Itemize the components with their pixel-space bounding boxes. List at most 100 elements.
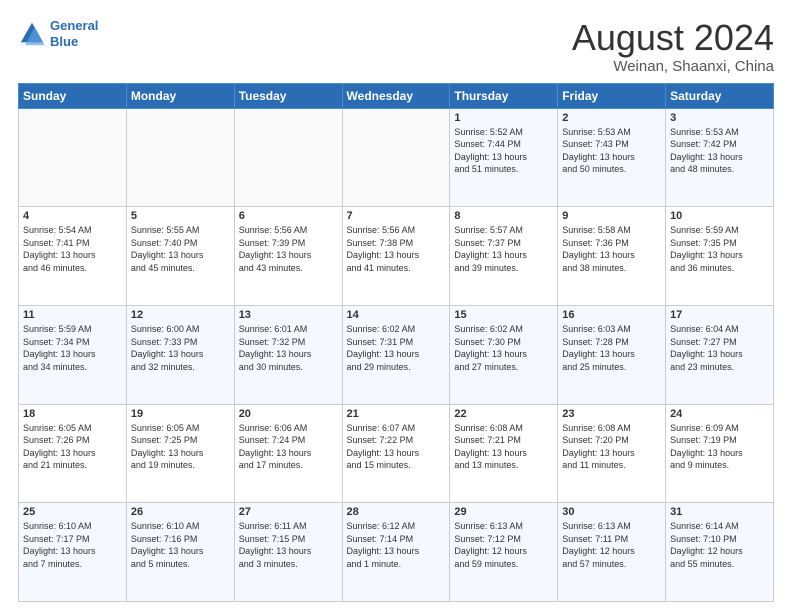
day-info: Sunrise: 6:09 AM Sunset: 7:19 PM Dayligh…: [670, 422, 769, 472]
day-cell: 18Sunrise: 6:05 AM Sunset: 7:26 PM Dayli…: [19, 404, 127, 503]
logo-text: General Blue: [50, 18, 98, 49]
day-info: Sunrise: 6:05 AM Sunset: 7:25 PM Dayligh…: [131, 422, 230, 472]
day-cell: 3 Sunrise: 5:53 AM Sunset: 7:42 PM Daylig…: [666, 108, 774, 207]
day-info: Sunrise: 6:11 AM Sunset: 7:15 PM Dayligh…: [239, 520, 338, 570]
day-number: 15: [454, 309, 553, 321]
title-block: August 2024 Weinan, Shaanxi, China: [572, 18, 774, 75]
day-number: 16: [562, 309, 661, 321]
day-cell: 7 Sunrise: 5:56 AM Sunset: 7:38 PM Daylig…: [342, 207, 450, 306]
day-info: Sunrise: 6:13 AM Sunset: 7:12 PM Dayligh…: [454, 520, 553, 570]
header: General Blue August 2024 Weinan, Shaanxi…: [18, 18, 774, 75]
day-cell: 12Sunrise: 6:00 AM Sunset: 7:33 PM Dayli…: [126, 305, 234, 404]
day-info: Sunrise: 6:10 AM Sunset: 7:17 PM Dayligh…: [23, 520, 122, 570]
day-info: Sunrise: 5:55 AM Sunset: 7:40 PM Dayligh…: [131, 224, 230, 274]
day-cell: 15 Sunrise: 6:02 AM Sunset: 7:30 PM Dayli…: [450, 305, 558, 404]
day-number: 7: [347, 210, 446, 222]
weekday-thursday: Thursday: [450, 83, 558, 108]
day-cell: 11 Sunrise: 5:59 AM Sunset: 7:34 PM Dayli…: [19, 305, 127, 404]
day-info: Sunrise: 5:56 AM Sunset: 7:38 PM Dayligh…: [347, 224, 446, 274]
day-number: 1: [454, 112, 553, 124]
day-cell: 8 Sunrise: 5:57 AM Sunset: 7:37 PM Daylig…: [450, 207, 558, 306]
day-number: 22: [454, 408, 553, 420]
day-info: Sunrise: 5:56 AM Sunset: 7:39 PM Dayligh…: [239, 224, 338, 274]
day-number: 21: [347, 408, 446, 420]
weekday-friday: Friday: [558, 83, 666, 108]
day-cell: [126, 108, 234, 207]
day-info: Sunrise: 5:53 AM Sunset: 7:42 PM Dayligh…: [670, 126, 769, 176]
day-number: 17: [670, 309, 769, 321]
day-info: Sunrise: 6:07 AM Sunset: 7:22 PM Dayligh…: [347, 422, 446, 472]
day-number: 3: [670, 112, 769, 124]
day-info: Sunrise: 5:58 AM Sunset: 7:36 PM Dayligh…: [562, 224, 661, 274]
weekday-tuesday: Tuesday: [234, 83, 342, 108]
day-info: Sunrise: 6:02 AM Sunset: 7:31 PM Dayligh…: [347, 323, 446, 373]
day-info: Sunrise: 6:06 AM Sunset: 7:24 PM Dayligh…: [239, 422, 338, 472]
weekday-monday: Monday: [126, 83, 234, 108]
day-cell: 22 Sunrise: 6:08 AM Sunset: 7:21 PM Dayli…: [450, 404, 558, 503]
day-cell: 29Sunrise: 6:13 AM Sunset: 7:12 PM Dayli…: [450, 503, 558, 602]
day-number: 8: [454, 210, 553, 222]
day-number: 12: [131, 309, 230, 321]
day-cell: 21 Sunrise: 6:07 AM Sunset: 7:22 PM Dayli…: [342, 404, 450, 503]
weekday-header-row: SundayMondayTuesdayWednesdayThursdayFrid…: [19, 83, 774, 108]
day-info: Sunrise: 6:03 AM Sunset: 7:28 PM Dayligh…: [562, 323, 661, 373]
subtitle: Weinan, Shaanxi, China: [572, 58, 774, 75]
week-row-4: 18Sunrise: 6:05 AM Sunset: 7:26 PM Dayli…: [19, 404, 774, 503]
day-cell: 23 Sunrise: 6:08 AM Sunset: 7:20 PM Dayli…: [558, 404, 666, 503]
day-cell: 16 Sunrise: 6:03 AM Sunset: 7:28 PM Dayli…: [558, 305, 666, 404]
calendar: SundayMondayTuesdayWednesdayThursdayFrid…: [18, 83, 774, 602]
day-info: Sunrise: 6:10 AM Sunset: 7:16 PM Dayligh…: [131, 520, 230, 570]
day-cell: 5 Sunrise: 5:55 AM Sunset: 7:40 PM Daylig…: [126, 207, 234, 306]
day-number: 4: [23, 210, 122, 222]
day-info: Sunrise: 6:04 AM Sunset: 7:27 PM Dayligh…: [670, 323, 769, 373]
logo-line1: General: [50, 18, 98, 33]
logo-icon: [18, 20, 46, 48]
logo: General Blue: [18, 18, 98, 49]
day-number: 13: [239, 309, 338, 321]
day-cell: [234, 108, 342, 207]
day-number: 24: [670, 408, 769, 420]
weekday-wednesday: Wednesday: [342, 83, 450, 108]
day-info: Sunrise: 6:12 AM Sunset: 7:14 PM Dayligh…: [347, 520, 446, 570]
day-number: 6: [239, 210, 338, 222]
day-number: 27: [239, 506, 338, 518]
week-row-2: 4 Sunrise: 5:54 AM Sunset: 7:41 PM Daylig…: [19, 207, 774, 306]
day-info: Sunrise: 5:57 AM Sunset: 7:37 PM Dayligh…: [454, 224, 553, 274]
day-number: 30: [562, 506, 661, 518]
day-cell: 31 Sunrise: 6:14 AM Sunset: 7:10 PM Dayli…: [666, 503, 774, 602]
week-row-1: 1 Sunrise: 5:52 AM Sunset: 7:44 PM Daylig…: [19, 108, 774, 207]
day-info: Sunrise: 5:59 AM Sunset: 7:34 PM Dayligh…: [23, 323, 122, 373]
day-number: 11: [23, 309, 122, 321]
day-cell: 4 Sunrise: 5:54 AM Sunset: 7:41 PM Daylig…: [19, 207, 127, 306]
day-cell: 17 Sunrise: 6:04 AM Sunset: 7:27 PM Dayli…: [666, 305, 774, 404]
page: General Blue August 2024 Weinan, Shaanxi…: [0, 0, 792, 612]
day-number: 31: [670, 506, 769, 518]
day-cell: 6 Sunrise: 5:56 AM Sunset: 7:39 PM Daylig…: [234, 207, 342, 306]
day-info: Sunrise: 6:08 AM Sunset: 7:20 PM Dayligh…: [562, 422, 661, 472]
weekday-sunday: Sunday: [19, 83, 127, 108]
day-info: Sunrise: 5:52 AM Sunset: 7:44 PM Dayligh…: [454, 126, 553, 176]
day-number: 28: [347, 506, 446, 518]
day-cell: [19, 108, 127, 207]
day-number: 10: [670, 210, 769, 222]
day-info: Sunrise: 6:08 AM Sunset: 7:21 PM Dayligh…: [454, 422, 553, 472]
logo-line2: Blue: [50, 34, 78, 49]
day-info: Sunrise: 6:14 AM Sunset: 7:10 PM Dayligh…: [670, 520, 769, 570]
day-cell: [342, 108, 450, 207]
day-cell: 19Sunrise: 6:05 AM Sunset: 7:25 PM Dayli…: [126, 404, 234, 503]
day-cell: 2Sunrise: 5:53 AM Sunset: 7:43 PM Daylig…: [558, 108, 666, 207]
day-info: Sunrise: 5:53 AM Sunset: 7:43 PM Dayligh…: [562, 126, 661, 176]
day-cell: 27 Sunrise: 6:11 AM Sunset: 7:15 PM Dayli…: [234, 503, 342, 602]
day-number: 25: [23, 506, 122, 518]
day-info: Sunrise: 6:02 AM Sunset: 7:30 PM Dayligh…: [454, 323, 553, 373]
day-info: Sunrise: 6:13 AM Sunset: 7:11 PM Dayligh…: [562, 520, 661, 570]
day-info: Sunrise: 5:59 AM Sunset: 7:35 PM Dayligh…: [670, 224, 769, 274]
day-number: 9: [562, 210, 661, 222]
day-number: 23: [562, 408, 661, 420]
day-cell: 13Sunrise: 6:01 AM Sunset: 7:32 PM Dayli…: [234, 305, 342, 404]
day-info: Sunrise: 5:54 AM Sunset: 7:41 PM Dayligh…: [23, 224, 122, 274]
day-cell: 25 Sunrise: 6:10 AM Sunset: 7:17 PM Dayli…: [19, 503, 127, 602]
day-number: 20: [239, 408, 338, 420]
day-number: 5: [131, 210, 230, 222]
day-number: 18: [23, 408, 122, 420]
